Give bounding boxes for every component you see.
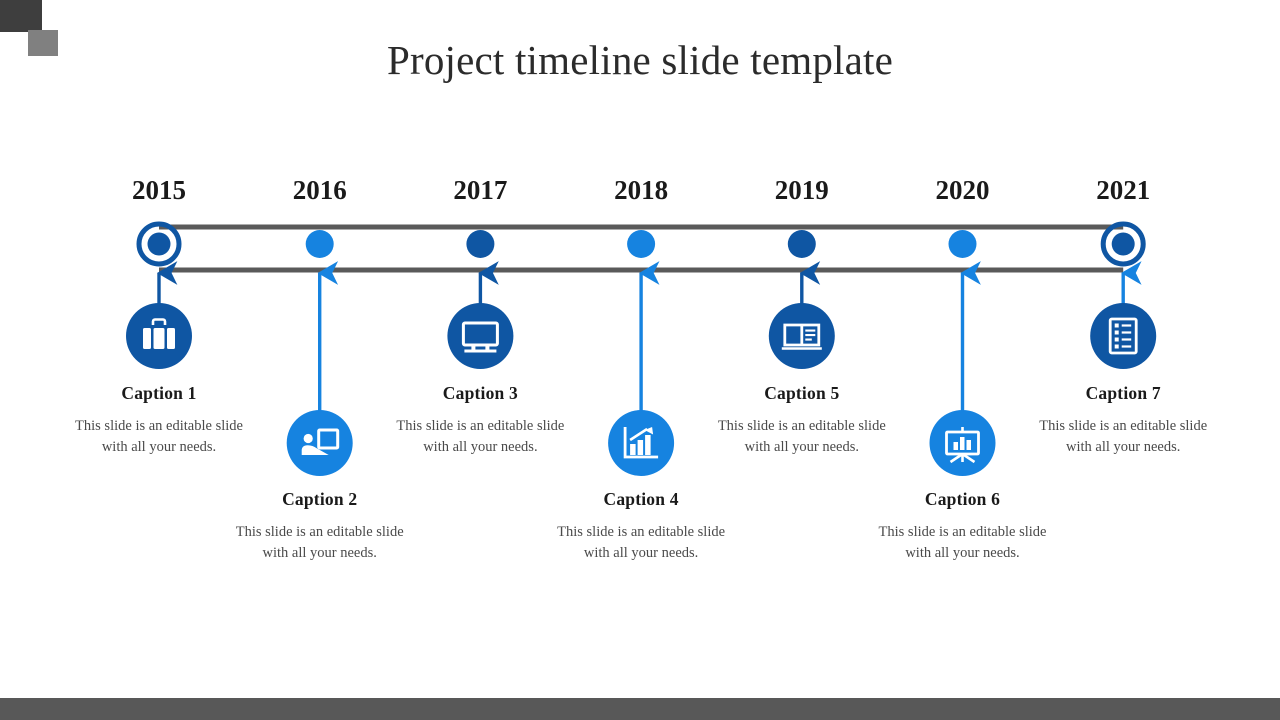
milestone-dot-2020[interactable] [948, 230, 977, 258]
icon-badge-2019[interactable] [768, 303, 835, 369]
caption-title-1: Caption 1 [121, 383, 197, 403]
caption-title-4: Caption 4 [603, 489, 679, 509]
timeline-markers [136, 221, 1146, 267]
caption-body-5: This slide is an editable slide with all… [717, 418, 886, 455]
year-label-2016: 2016 [292, 175, 347, 205]
milestone-dot-2019[interactable] [787, 230, 816, 258]
caption-title-2: Caption 2 [282, 489, 358, 509]
footer-bar [0, 698, 1280, 720]
icon-badge-2016[interactable] [286, 410, 353, 476]
icon-badge-2015[interactable] [126, 303, 192, 369]
year-label-2019: 2019 [774, 175, 829, 205]
icon-badge-circle[interactable] [447, 303, 514, 369]
caption-body-3: This slide is an editable slide with all… [396, 418, 565, 455]
caption-body-6: This slide is an editable slide with all… [878, 524, 1047, 561]
caption-body-7: This slide is an editable slide with all… [1039, 418, 1208, 455]
caption-body-1: This slide is an editable slide with all… [75, 418, 243, 455]
year-label-2018: 2018 [614, 175, 669, 205]
caption-body-2: This slide is an editable slide with all… [235, 524, 404, 561]
caption-body-4: This slide is an editable slide with all… [557, 524, 726, 561]
caption-title-3: Caption 3 [442, 383, 518, 403]
caption-block-3: Caption 3 This slide is an editable slide… [385, 383, 575, 457]
milestone-dot-2016[interactable] [305, 230, 334, 258]
caption-block-4: Caption 4 This slide is an editable slide… [546, 489, 736, 563]
milestone-dot-2017[interactable] [466, 230, 495, 258]
caption-block-1: Caption 1 This slide is an editable slide… [64, 383, 254, 457]
caption-block-7: Caption 7 This slide is an editable slide… [1028, 383, 1218, 457]
year-label-2017: 2017 [453, 175, 508, 205]
year-label-2015: 2015 [132, 175, 186, 205]
milestone-dot-2018[interactable] [627, 230, 656, 258]
caption-block-6: Caption 6 This slide is an editable slide… [868, 489, 1058, 563]
caption-title-6: Caption 6 [924, 489, 1001, 509]
caption-block-5: Caption 5 This slide is an editable slide… [707, 383, 897, 457]
milestone-dot-2015[interactable] [147, 232, 171, 256]
icon-badge-2021[interactable] [1090, 303, 1157, 369]
icon-badge-circle[interactable] [1090, 303, 1157, 369]
caption-title-7: Caption 7 [1085, 383, 1161, 403]
milestone-dot-2021[interactable] [1111, 232, 1135, 256]
caption-block-2: Caption 2 This slide is an editable slide… [225, 489, 415, 563]
year-label-2020: 2020 [935, 175, 990, 205]
icon-badge-2018[interactable] [608, 410, 675, 476]
icon-badge-2017[interactable] [447, 303, 514, 369]
timeline-graphic [0, 0, 1280, 720]
year-label-2021: 2021 [1096, 175, 1151, 205]
caption-title-5: Caption 5 [764, 383, 840, 403]
icon-badge-2020[interactable] [929, 410, 996, 476]
timeline-svg [126, 221, 1157, 476]
